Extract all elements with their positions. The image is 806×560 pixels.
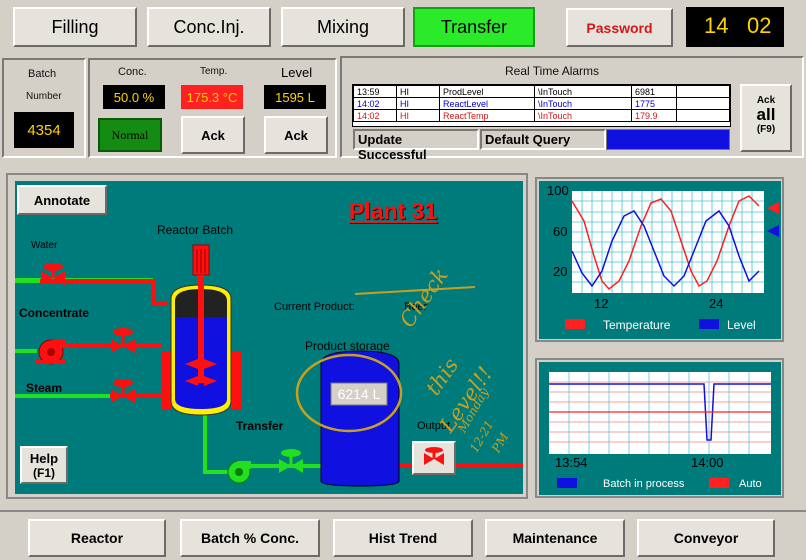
temp-label: Temp. (200, 66, 228, 77)
alarm-value: 1775 (631, 97, 677, 110)
batch-number-label: Number (26, 91, 62, 102)
plant-title: Plant 31 (349, 198, 438, 224)
product-storage-label: Product storage (305, 339, 390, 353)
nav-transfer-button[interactable]: Transfer (413, 7, 535, 47)
note-line6: PM (489, 430, 512, 455)
bottom-maintenance-button[interactable]: Maintenance (485, 519, 625, 557)
bottom-batch-conc-button[interactable]: Batch % Conc. (180, 519, 320, 557)
alarm-row[interactable]: 13:59 HI ProdLevel \InTouch 6981 (353, 85, 730, 98)
water-line-red (40, 279, 167, 305)
alarm-tag: ReactTemp (439, 109, 535, 122)
alarms-title: Real Time Alarms (505, 64, 600, 78)
concentrate-pump[interactable] (35, 339, 65, 365)
alarm-row[interactable]: 14:02 HI ReactTemp \InTouch 179.9 (353, 109, 730, 122)
conc-status-indicator: Normal (98, 118, 162, 152)
trend2-chart: 13:54 14:00 Batch in process Auto (549, 372, 771, 490)
handwritten-note: Check this Level!! Monday 12-21 PM (385, 264, 525, 478)
alarm-row[interactable]: 14:02 HI ReactLevel \InTouch 1775 (353, 97, 730, 110)
product-storage-value: 6214 L (337, 386, 381, 402)
nav-conc-inj-button[interactable]: Conc.Inj. (147, 7, 271, 47)
alarm-tag: ReactLevel (439, 97, 535, 110)
water-label: Water (31, 240, 58, 251)
auto-legend-label: Auto (739, 478, 762, 490)
alarm-source: \InTouch (534, 109, 632, 122)
help-label: Help (29, 451, 59, 466)
alarm-time: 13:59 (353, 85, 397, 98)
clock-display: 14 02 (686, 7, 784, 47)
clock-hour: 14 (704, 13, 729, 38)
bottom-hist-trend-button[interactable]: Hist Trend (333, 519, 473, 557)
nav-mixing-button[interactable]: Mixing (281, 7, 405, 47)
conc-value: 50.0 % (103, 85, 165, 109)
alarms-table-area: 13:59 HI ProdLevel \InTouch 6981 14:02 H… (352, 84, 731, 127)
alarm-blank (676, 85, 730, 98)
batch-legend-label: Batch in process (603, 478, 685, 490)
ack-all-line2: all (756, 105, 776, 124)
temperature-legend-label: Temperature (603, 318, 671, 332)
bottom-conveyor-button[interactable]: Conveyor (637, 519, 775, 557)
level-legend-swatch (699, 319, 719, 329)
concentrate-label: Concentrate (19, 306, 90, 320)
ack-all-button[interactable]: Ack all (F9) (740, 84, 792, 152)
temp-ack-button[interactable]: Ack (181, 116, 245, 154)
level-label: Level (281, 65, 313, 80)
concentrate-valve[interactable] (111, 328, 135, 353)
auto-legend-swatch (709, 478, 729, 488)
alarm-priority: HI (396, 85, 440, 98)
nav-filling-button[interactable]: Filling (13, 7, 137, 47)
transfer-label: Transfer (236, 419, 284, 433)
alarm-priority: HI (396, 97, 440, 110)
password-button[interactable]: Password (566, 8, 673, 47)
temperature-marker-icon (767, 202, 779, 214)
ack-all-line3: (F9) (756, 124, 776, 135)
help-key: (F1) (33, 466, 55, 480)
steam-label: Steam (26, 381, 63, 395)
transfer-pump[interactable] (227, 460, 251, 484)
trend2-xtick: 14:00 (691, 455, 724, 470)
current-product-label: Current Product: (274, 301, 355, 313)
alarm-value: 179.9 (631, 109, 677, 122)
clock-minute: 02 (747, 13, 772, 38)
temperature-legend-swatch (565, 319, 585, 329)
trend1-ytick: 60 (553, 224, 567, 239)
transfer-pipe (203, 413, 229, 474)
bottom-reactor-button[interactable]: Reactor (28, 519, 166, 557)
steam-valve[interactable] (111, 379, 135, 403)
alarm-source: \InTouch (534, 97, 632, 110)
temp-value: 175.3 °C (181, 85, 243, 109)
alarm-priority: HI (396, 109, 440, 122)
reactor-batch-label: Reactor Batch (157, 223, 234, 237)
batch-label: Batch (28, 68, 57, 80)
trend1-chart: 100 60 20 12 24 Temperature Level (547, 183, 779, 332)
alarm-time: 14:02 (353, 97, 397, 110)
trend1-ytick: 100 (547, 183, 569, 198)
level-value: 1595 L (264, 85, 326, 109)
alarm-progress-bar (606, 129, 730, 150)
reactor-vessel[interactable] (161, 244, 241, 416)
trend2-xtick: 13:54 (555, 455, 588, 470)
batch-legend-swatch (557, 478, 577, 488)
trend1-xtick: 24 (709, 296, 723, 311)
batch-number-value: 4354 (14, 112, 74, 148)
level-marker-icon (767, 225, 779, 237)
alarm-source: \InTouch (534, 85, 632, 98)
transfer-valve[interactable] (279, 449, 303, 473)
alarm-tag: ProdLevel (439, 85, 535, 98)
annotate-button[interactable]: Annotate (17, 185, 107, 215)
alarm-time: 14:02 (353, 109, 397, 122)
alarm-blank (676, 109, 730, 122)
alarm-query-select[interactable]: Default Query (480, 129, 606, 150)
alarm-status-text: Update Successful (353, 129, 479, 162)
level-legend-label: Level (727, 318, 756, 332)
alarm-value: 6981 (631, 85, 677, 98)
level-ack-button[interactable]: Ack (264, 116, 328, 154)
alarm-blank (676, 97, 730, 110)
conc-label: Conc. (118, 66, 147, 78)
trend1-ytick: 20 (553, 264, 567, 279)
trend1-xtick: 12 (594, 296, 608, 311)
help-button[interactable]: Help (F1) (20, 446, 68, 484)
